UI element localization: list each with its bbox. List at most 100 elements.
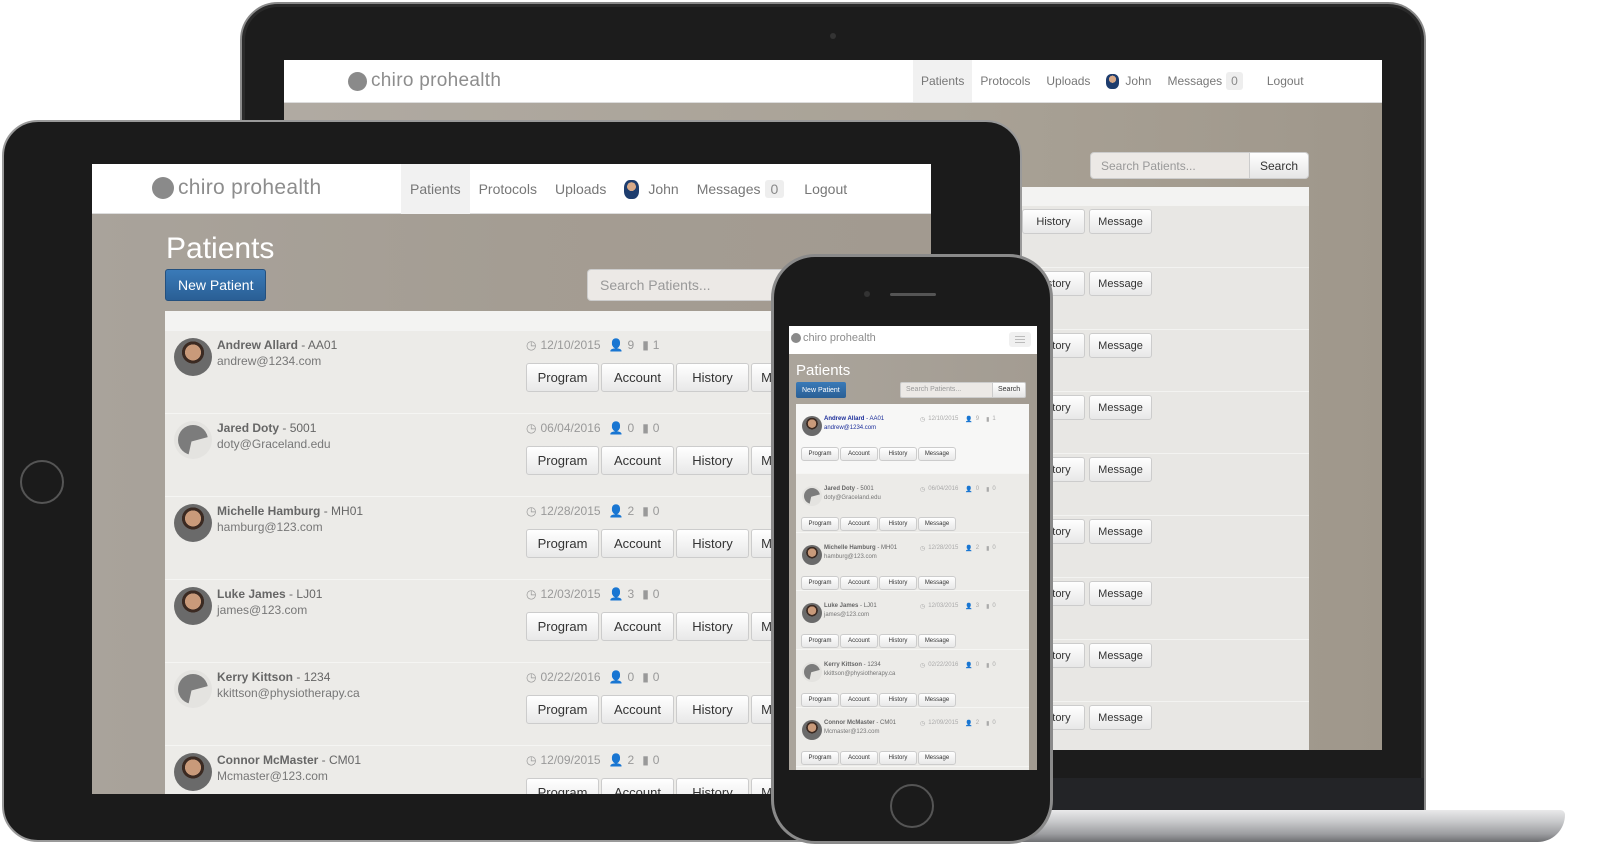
- program-button[interactable]: Program: [526, 778, 599, 794]
- nav-uploads[interactable]: Uploads: [546, 164, 615, 214]
- search-input[interactable]: Search Patients...: [900, 382, 993, 398]
- nav-patients[interactable]: Patients: [913, 60, 973, 102]
- account-button[interactable]: Account: [601, 778, 674, 794]
- program-button[interactable]: Program: [801, 447, 839, 461]
- patient-name-line[interactable]: Connor McMaster - CM01: [217, 753, 361, 767]
- clock-icon: ◷: [920, 545, 926, 552]
- patient-code: LJ01: [296, 587, 323, 601]
- clock-icon: ◷: [526, 753, 537, 767]
- account-button[interactable]: Account: [601, 695, 674, 724]
- account-button[interactable]: Account: [601, 529, 674, 558]
- patient-name-line[interactable]: Connor McMaster - CM01: [824, 720, 896, 726]
- nav-patients[interactable]: Patients: [401, 164, 470, 214]
- program-button[interactable]: Program: [801, 575, 839, 590]
- history-button[interactable]: History: [879, 751, 917, 765]
- program-button[interactable]: Program: [801, 634, 839, 648]
- message-button[interactable]: Message: [1089, 643, 1152, 668]
- message-button[interactable]: Message: [1089, 705, 1152, 730]
- history-button[interactable]: History: [879, 517, 917, 531]
- brand-logo[interactable]: chiro prohealth: [348, 70, 501, 92]
- message-button[interactable]: Message: [918, 447, 956, 461]
- nav-messages[interactable]: Messages 0: [1159, 60, 1250, 102]
- search-input[interactable]: Search Patients...: [587, 269, 787, 301]
- account-button[interactable]: Account: [840, 692, 878, 707]
- nav-user[interactable]: John: [1098, 60, 1159, 102]
- program-button[interactable]: Program: [526, 529, 599, 558]
- patient-row: Kerry Kittson - 1234 kkittson@physiothera…: [796, 650, 1029, 708]
- message-button[interactable]: Message: [1089, 333, 1152, 358]
- message-button[interactable]: Message: [918, 751, 956, 765]
- program-button[interactable]: Program: [526, 612, 599, 641]
- history-button[interactable]: History: [676, 695, 749, 724]
- menu-toggle-icon[interactable]: [1009, 332, 1031, 347]
- program-button[interactable]: Program: [526, 446, 599, 475]
- message-button[interactable]: Message: [918, 517, 956, 531]
- user-count: 3: [975, 603, 980, 609]
- history-button[interactable]: History: [676, 363, 749, 392]
- history-button[interactable]: History: [1022, 209, 1085, 234]
- account-button[interactable]: Account: [601, 612, 674, 641]
- message-button[interactable]: Message: [1089, 581, 1152, 606]
- search-button[interactable]: Search: [993, 382, 1027, 398]
- nav-uploads[interactable]: Uploads: [1038, 60, 1098, 102]
- program-button[interactable]: Program: [526, 695, 599, 724]
- nav-messages[interactable]: Messages 0: [688, 164, 794, 214]
- patient-avatar: [174, 753, 212, 791]
- brand-logo[interactable]: chiro prohealth: [152, 176, 321, 200]
- program-button[interactable]: Program: [801, 517, 839, 531]
- navbar: chiro prohealth Patients Protocols Uploa…: [92, 164, 931, 214]
- history-button[interactable]: History: [879, 634, 917, 648]
- search-input[interactable]: Search Patients...: [1090, 152, 1250, 179]
- message-button[interactable]: Message: [1089, 457, 1152, 482]
- message-button[interactable]: Message: [1089, 271, 1152, 296]
- last-visit-date: 02/22/2016: [540, 670, 601, 684]
- program-button[interactable]: Program: [801, 692, 839, 707]
- history-button[interactable]: History: [676, 612, 749, 641]
- nav-logout[interactable]: Logout: [795, 164, 856, 214]
- account-button[interactable]: Account: [840, 751, 878, 765]
- message-button[interactable]: Message: [1089, 209, 1152, 234]
- account-button[interactable]: Account: [840, 517, 878, 531]
- message-button[interactable]: Message: [918, 692, 956, 707]
- account-button[interactable]: Account: [601, 446, 674, 475]
- user-name: John: [648, 181, 679, 197]
- new-patient-button[interactable]: New Patient: [165, 269, 267, 301]
- message-button[interactable]: Message: [1089, 519, 1152, 544]
- account-button[interactable]: Account: [840, 575, 878, 590]
- message-button[interactable]: Message: [1089, 395, 1152, 420]
- patient-name-line[interactable]: Michelle Hamburg - MH01: [824, 545, 897, 551]
- patient-row: Kerry Kittson - 1234 kkittson@physiothera…: [165, 663, 865, 746]
- patient-name-line[interactable]: Jared Doty - 5001: [824, 486, 874, 492]
- patient-name-line[interactable]: Andrew Allard - AA01: [824, 416, 884, 422]
- history-button[interactable]: History: [676, 446, 749, 475]
- patient-name-line[interactable]: Luke James - LJ01: [824, 603, 877, 609]
- patient-name-line[interactable]: Luke James - LJ01: [217, 587, 322, 601]
- program-button[interactable]: Program: [801, 751, 839, 765]
- patient-name-line[interactable]: Kerry Kittson - 1234: [824, 662, 881, 668]
- account-button[interactable]: Account: [840, 447, 878, 461]
- patient-avatar: [174, 421, 212, 459]
- history-button[interactable]: History: [879, 447, 917, 461]
- patient-name-line[interactable]: Andrew Allard - AA01: [217, 338, 337, 352]
- program-button[interactable]: Program: [526, 363, 599, 392]
- history-button[interactable]: History: [676, 778, 749, 794]
- search-button[interactable]: Search: [1250, 152, 1310, 179]
- history-button[interactable]: History: [879, 692, 917, 707]
- patient-name-line[interactable]: Michelle Hamburg - MH01: [217, 504, 363, 518]
- patient-name-line[interactable]: Kerry Kittson - 1234: [217, 670, 330, 684]
- nav-protocols[interactable]: Protocols: [972, 60, 1038, 102]
- history-button[interactable]: History: [879, 575, 917, 590]
- history-button[interactable]: History: [676, 529, 749, 558]
- nav-user[interactable]: John: [615, 164, 687, 214]
- patient-name-line[interactable]: Jared Doty - 5001: [217, 421, 316, 435]
- account-button[interactable]: Account: [601, 363, 674, 392]
- account-button[interactable]: Account: [840, 634, 878, 648]
- nav-logout[interactable]: Logout: [1259, 60, 1312, 102]
- message-button[interactable]: Message: [918, 575, 956, 590]
- clock-icon: ◷: [526, 587, 537, 601]
- nav-protocols[interactable]: Protocols: [470, 164, 546, 214]
- new-patient-button[interactable]: New Patient: [796, 382, 846, 398]
- message-button[interactable]: Message: [918, 634, 956, 648]
- video-count: 1: [992, 416, 996, 422]
- brand-logo[interactable]: chiro prohealth: [791, 332, 876, 344]
